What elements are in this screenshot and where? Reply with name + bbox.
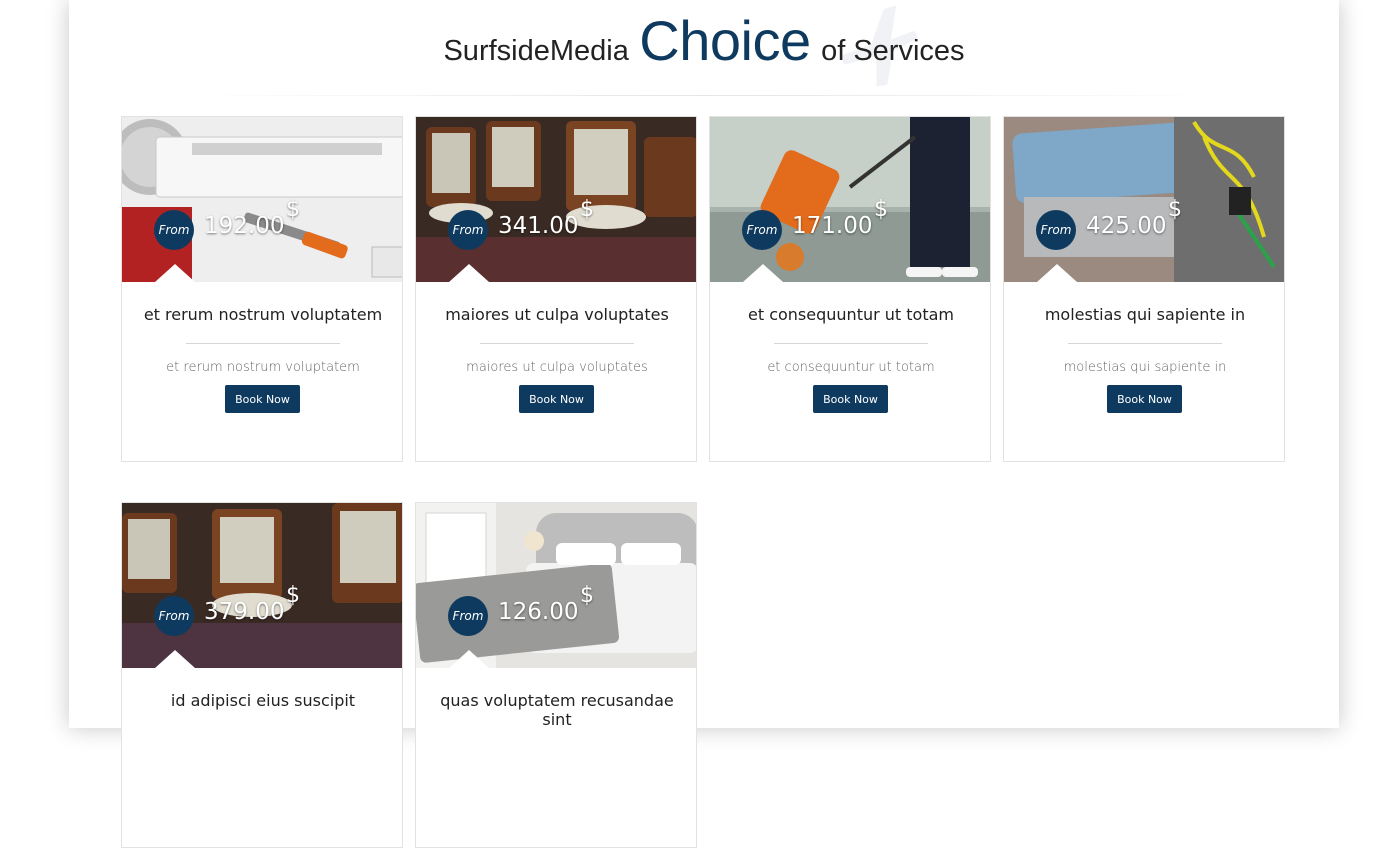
service-card: From 126.00 $ quas voluptatem recusandae… — [415, 502, 697, 848]
currency-symbol: $ — [286, 583, 300, 608]
service-subtitle: et rerum nostrum voluptatem — [166, 360, 360, 375]
service-image-dining-chairs[interactable]: From 341.00 $ — [416, 117, 696, 282]
page-container: SurfsideMedia Choice of Services From 19… — [69, 0, 1339, 848]
service-subtitle: et consequuntur ut totam — [767, 360, 935, 375]
service-title[interactable]: et consequuntur ut totam — [710, 305, 990, 324]
service-image-bedroom[interactable]: From 126.00 $ — [416, 503, 696, 668]
card-divider — [186, 343, 340, 344]
book-now-button[interactable]: Book Now — [1107, 385, 1182, 413]
image-notch — [155, 264, 195, 282]
from-badge: From — [742, 210, 782, 250]
service-image-ac-tools[interactable]: From 192.00 $ — [122, 117, 402, 282]
currency-symbol: $ — [580, 583, 594, 608]
currency-symbol: $ — [580, 197, 594, 222]
currency-symbol: $ — [874, 197, 888, 222]
from-badge: From — [448, 596, 488, 636]
from-badge: From — [154, 596, 194, 636]
service-subtitle: molestias qui sapiente in — [1063, 360, 1227, 375]
currency-symbol: $ — [286, 197, 300, 222]
service-card: From 425.00 $ molestias qui sapiente in … — [1003, 116, 1285, 462]
service-card: From 171.00 $ et consequuntur ut totam e… — [709, 116, 991, 462]
book-now-button[interactable]: Book Now — [225, 385, 300, 413]
service-card: From 341.00 $ maiores ut culpa voluptate… — [415, 116, 697, 462]
service-price: 126.00 — [498, 599, 579, 625]
service-price: 341.00 — [498, 213, 579, 239]
service-title[interactable]: maiores ut culpa voluptates — [416, 305, 696, 324]
service-title[interactable]: quas voluptatem recusandae sint — [416, 691, 696, 729]
service-title[interactable]: id adipisci eius suscipit — [122, 691, 402, 710]
service-image-ac-repair[interactable]: From 425.00 $ — [1004, 117, 1284, 282]
service-card: From 192.00 $ et rerum nostrum voluptate… — [121, 116, 403, 462]
service-subtitle: maiores ut culpa voluptates — [466, 360, 648, 375]
service-image-dining-chairs[interactable]: From 379.00 $ — [122, 503, 402, 668]
from-badge: From — [448, 210, 488, 250]
from-badge: From — [1036, 210, 1076, 250]
section-header: SurfsideMedia Choice of Services — [69, 0, 1339, 96]
currency-symbol: $ — [1168, 197, 1182, 222]
section-title-prefix: SurfsideMedia — [443, 35, 629, 67]
service-title[interactable]: et rerum nostrum voluptatem — [122, 305, 402, 324]
card-divider — [774, 343, 928, 344]
image-notch — [449, 264, 489, 282]
image-notch — [449, 650, 489, 668]
service-price: 379.00 — [204, 599, 285, 625]
book-now-button[interactable]: Book Now — [519, 385, 594, 413]
image-notch — [743, 264, 783, 282]
image-notch — [1037, 264, 1077, 282]
service-price: 192.00 — [204, 213, 285, 239]
header-divider — [189, 95, 1219, 96]
service-price: 171.00 — [792, 213, 873, 239]
service-image-floor-cleaning[interactable]: From 171.00 $ — [710, 117, 990, 282]
section-title-highlight: Choice — [639, 9, 811, 72]
section-title-suffix: of Services — [821, 35, 965, 67]
service-title[interactable]: molestias qui sapiente in — [1004, 305, 1284, 324]
image-notch — [155, 650, 195, 668]
section-title: SurfsideMedia Choice of Services — [69, 8, 1339, 73]
from-badge: From — [154, 210, 194, 250]
service-card: From 379.00 $ id adipisci eius suscipit — [121, 502, 403, 848]
card-divider — [1068, 343, 1222, 344]
card-divider — [480, 343, 634, 344]
service-price: 425.00 — [1086, 213, 1167, 239]
book-now-button[interactable]: Book Now — [813, 385, 888, 413]
